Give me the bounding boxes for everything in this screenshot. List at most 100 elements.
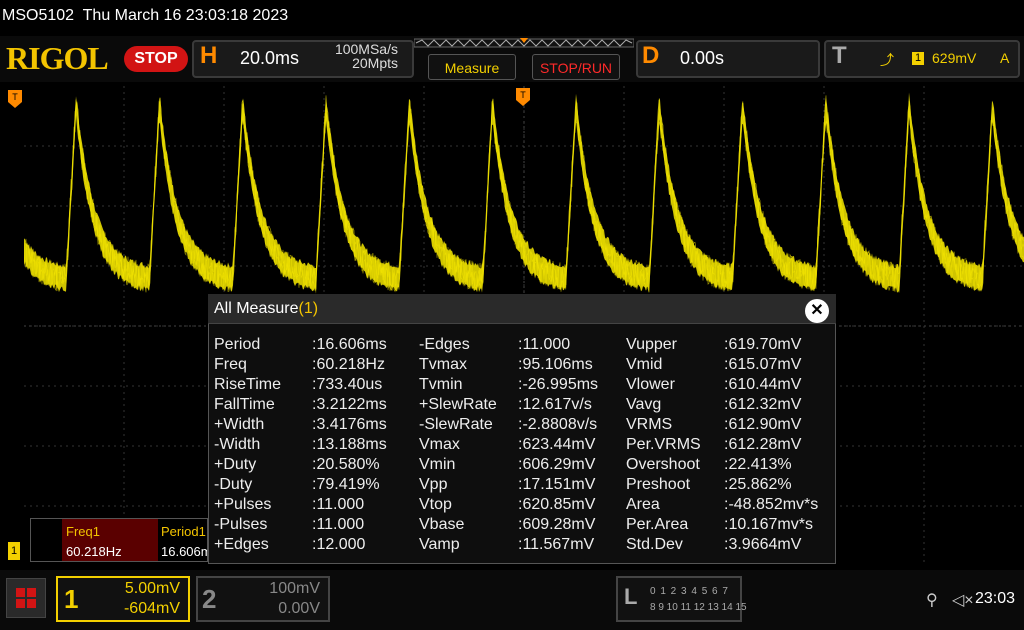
ch2-scale: 100mV [269, 580, 320, 597]
measure-label: +Edges [214, 536, 269, 553]
measure-value: :79.419% [312, 476, 380, 493]
measure-value: :606.29mV [518, 456, 596, 473]
timebase-value: 20.0ms [240, 48, 300, 68]
measure-label: Vavg [626, 396, 662, 413]
run-state-badge[interactable]: STOP [124, 46, 188, 72]
measure-value: :10.167mv*s [724, 516, 813, 533]
measure-label: -Width [214, 436, 261, 453]
trigger-letter: T [832, 42, 847, 69]
measure-value: :612.32mV [724, 396, 802, 413]
measure-value: :609.28mV [518, 516, 596, 533]
measure-label: Vamp [419, 536, 460, 553]
measure-label: Vmin [419, 456, 456, 473]
measure-value: :3.2122ms [312, 396, 387, 413]
trigger-mode: A [1000, 50, 1010, 66]
freq-value: 60.218Hz [66, 544, 122, 559]
measure-label: Std.Dev [626, 536, 683, 553]
measure-value: :95.106ms [518, 356, 593, 373]
svg-text:T: T [12, 92, 18, 102]
delay-value: 0.00s [680, 48, 725, 68]
measure-label: Tvmax [419, 356, 467, 373]
measure-label: Overshoot [626, 456, 700, 473]
acquisition-info: 100MSa/s 20Mpts [322, 42, 398, 70]
all-measure-title: All Measure(1) [214, 300, 318, 318]
measure-label: Vpp [419, 476, 448, 493]
measure-label: +Pulses [214, 496, 272, 513]
measure-title-text: All Measure [214, 300, 299, 317]
title-bar: MSO5102 Thu March 16 23:03:18 2023 [0, 0, 1024, 32]
measure-count: (1) [298, 300, 319, 317]
ch2-offset: 0.00V [278, 600, 320, 617]
speaker-muted-icon[interactable]: ◁× [952, 590, 974, 610]
measure-label: Vtop [419, 496, 452, 513]
close-icon[interactable]: ✕ [805, 299, 829, 323]
measure-value: :3.4176ms [312, 416, 387, 433]
measure-label: Period [214, 336, 261, 353]
measure-label: +Width [214, 416, 265, 433]
trigger-level: 629mV [932, 50, 977, 66]
measure-value: :22.413% [724, 456, 792, 473]
measure-label: Preshoot [626, 476, 691, 493]
measure-label: Area [626, 496, 660, 513]
measure-label: Per.Area [626, 516, 689, 533]
horizontal-letter: H [200, 42, 218, 69]
trigger-source: 1 [912, 52, 924, 65]
measure-button[interactable]: Measure [428, 54, 516, 80]
measure-label: Tvmin [419, 376, 463, 393]
measure-label: Per.VRMS [626, 436, 701, 453]
measure-value: :-2.8808v/s [518, 416, 598, 433]
measure-value: :11.000 [518, 336, 571, 353]
measure-label: +SlewRate [419, 396, 497, 413]
usb-icon: ⚲ [926, 592, 938, 609]
delay-panel[interactable] [636, 40, 820, 78]
measure-value: :12.000 [312, 536, 366, 553]
measure-label: -Duty [214, 476, 253, 493]
measure-label: Vupper [626, 336, 677, 353]
measure-value: :610.44mV [724, 376, 802, 393]
measure-value: :60.218Hz [312, 356, 385, 373]
svg-text:T: T [520, 90, 526, 100]
ch1-number: 1 [64, 584, 79, 614]
measure-value: :620.85mV [518, 496, 596, 513]
measure-label: Vbase [419, 516, 465, 533]
measure-label: Vlower [626, 376, 675, 393]
la-channels-0-7: 0 1 2 3 4 5 6 7 [650, 586, 729, 597]
measure-label: -Pulses [214, 516, 268, 533]
measure-label: VRMS [626, 416, 673, 433]
ch1-offset: -604mV [123, 600, 180, 617]
la-letter: L [624, 584, 638, 609]
measure-value: :619.70mV [724, 336, 802, 353]
trigger-position-icon: T [8, 90, 22, 108]
clock: 23:03 [975, 590, 1016, 607]
measure-value: :13.188ms [312, 436, 387, 453]
measure-label: -Edges [419, 336, 470, 353]
freq-label: Freq1 [66, 524, 100, 539]
menu-icon[interactable] [6, 578, 46, 618]
measure-label: -SlewRate [419, 416, 493, 433]
ch1-scale: 5.00mV [124, 580, 180, 597]
measure-label: Freq [214, 356, 247, 373]
ch1-offset-marker[interactable]: 1 [8, 542, 20, 560]
measure-label: Vmid [626, 356, 663, 373]
measure-value: :733.40us [312, 376, 383, 393]
measure-value: :612.28mV [724, 436, 802, 453]
waveform-position-strip [414, 38, 634, 48]
rising-edge-icon: ⤴ [880, 52, 894, 68]
measure-value: :615.07mV [724, 356, 802, 373]
measure-value: :3.9664mV [724, 536, 802, 553]
measure-value: :11.000 [312, 516, 365, 533]
sample-rate: 100MSa/s [334, 41, 398, 57]
measure-value: :16.606ms [312, 336, 387, 353]
stop-run-button[interactable]: STOP/RUN [532, 54, 620, 80]
measure-value: :17.151mV [518, 476, 596, 493]
ch2-number: 2 [202, 584, 217, 614]
measure-value: :-48.852mv*s [724, 496, 819, 513]
measure-value: :12.617v/s [518, 396, 592, 413]
measure-value: :11.000 [312, 496, 365, 513]
measure-value: :11.567mV [518, 536, 595, 553]
period-label: Period1 [161, 524, 206, 539]
la-channels-8-15: 8 9 10 11 12 13 14 15 [650, 602, 747, 613]
measure-value: :-26.995ms [518, 376, 599, 393]
measure-value: :25.862% [724, 476, 792, 493]
measure-value: :623.44mV [518, 436, 596, 453]
